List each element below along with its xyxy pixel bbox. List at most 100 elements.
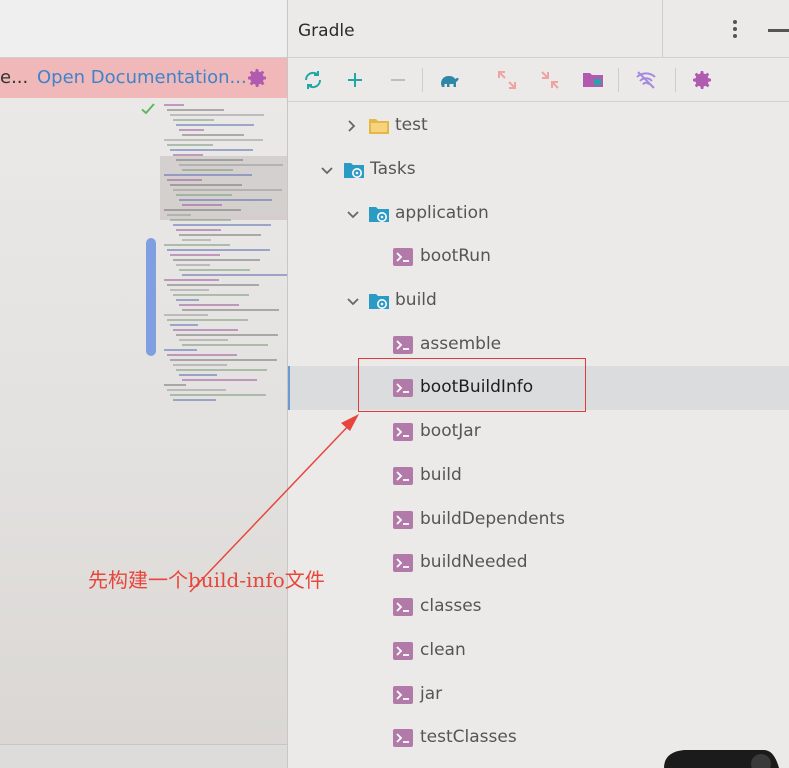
minimap-line xyxy=(170,149,253,151)
minimap-line xyxy=(170,289,209,291)
minimap-line xyxy=(173,364,227,366)
minimap-line xyxy=(182,169,233,171)
minimap-line xyxy=(179,199,272,201)
task-item[interactable]: clean xyxy=(288,629,789,673)
minimap-line xyxy=(173,224,271,226)
toolbar-separator xyxy=(422,68,423,92)
minimap-line xyxy=(182,134,244,136)
minimap-line xyxy=(176,194,232,196)
minimap-line xyxy=(167,179,202,181)
tree-item-label: build xyxy=(420,465,462,485)
gradle-task-icon xyxy=(392,509,414,531)
chevron-down-icon[interactable] xyxy=(319,162,335,178)
minimap-line xyxy=(170,219,231,221)
more-options-icon[interactable] xyxy=(728,18,742,40)
settings-icon[interactable] xyxy=(690,68,714,92)
task-group-icon xyxy=(368,203,390,225)
gradle-task-icon xyxy=(392,727,414,749)
tree-folder-item[interactable]: test xyxy=(288,104,789,148)
minimap-line xyxy=(176,124,254,126)
tree-folder-item[interactable]: Tasks xyxy=(288,148,789,192)
code-minimap[interactable] xyxy=(160,98,287,428)
tree-item-label: test xyxy=(395,115,428,135)
tree-item-label: assemble xyxy=(420,334,502,354)
toggle-offline-icon[interactable] xyxy=(634,68,658,92)
task-item[interactable]: buildDependents xyxy=(288,498,789,542)
minimap-line xyxy=(164,314,208,316)
tree-folder-item[interactable]: application xyxy=(288,192,789,236)
toolbar-separator xyxy=(618,68,619,92)
minimap-line xyxy=(173,329,238,331)
editor-pane: e... Open Documentation... xyxy=(0,0,287,768)
tree-folder-item[interactable]: build xyxy=(288,279,789,323)
chevron-down-icon[interactable] xyxy=(345,206,361,222)
tree-item-label: bootRun xyxy=(420,246,491,266)
folder-icon xyxy=(368,115,390,137)
corner-widget xyxy=(664,750,779,768)
editor-tab-bar xyxy=(0,0,287,58)
task-item[interactable]: classes xyxy=(288,585,789,629)
minimap-line xyxy=(164,349,197,351)
refresh-icon[interactable] xyxy=(301,68,325,92)
minimap-line xyxy=(167,319,248,321)
collapse-all-icon[interactable] xyxy=(538,68,562,92)
minimap-line xyxy=(164,104,184,106)
minimap-line xyxy=(164,139,263,141)
minimap-line xyxy=(182,379,257,381)
elephant-icon[interactable] xyxy=(438,68,462,92)
inspection-ok-icon xyxy=(141,103,155,115)
annotation-text: 先构建一个build-info文件 xyxy=(88,568,325,592)
tree-item-label: clean xyxy=(420,640,466,660)
minimap-line xyxy=(173,119,214,121)
expand-all-icon[interactable] xyxy=(495,68,519,92)
minimap-line xyxy=(176,299,199,301)
tree-item-label: application xyxy=(395,203,489,223)
tree-item-label: jar xyxy=(420,684,443,704)
open-documentation-link[interactable]: Open Documentation... xyxy=(37,67,247,88)
minimap-line xyxy=(179,234,261,236)
minimap-line xyxy=(182,309,279,311)
minimap-line xyxy=(176,229,221,231)
minimap-line xyxy=(173,294,249,296)
task-item[interactable]: bootRun xyxy=(288,235,789,279)
minimap-line xyxy=(164,279,219,281)
minimap-line xyxy=(176,159,243,161)
minimap-line xyxy=(176,264,210,266)
minimap-line xyxy=(164,244,230,246)
task-item[interactable]: jar xyxy=(288,673,789,717)
header-separator xyxy=(662,0,663,57)
minimap-line xyxy=(167,214,191,216)
minimap-line xyxy=(173,154,203,156)
minimap-line xyxy=(167,354,237,356)
gradle-task-icon xyxy=(392,465,414,487)
gradle-task-icon xyxy=(392,596,414,618)
remove-icon[interactable] xyxy=(386,68,410,92)
add-icon[interactable] xyxy=(343,68,367,92)
tree-item-label: buildNeeded xyxy=(420,552,528,572)
tree-item-label: Tasks xyxy=(370,159,416,179)
minimap-line xyxy=(170,114,264,116)
minimap-line xyxy=(182,204,222,206)
tool-window-title: Gradle xyxy=(298,21,355,41)
task-item[interactable]: build xyxy=(288,454,789,498)
notification-settings-icon[interactable] xyxy=(245,66,269,90)
minimap-line xyxy=(179,374,217,376)
tree-item-label: build xyxy=(395,290,437,310)
minimize-icon[interactable] xyxy=(768,29,789,32)
task-item[interactable]: bootJar xyxy=(288,410,789,454)
editor-status-strip xyxy=(0,744,287,768)
minimap-line xyxy=(167,109,224,111)
dependencies-icon[interactable] xyxy=(581,68,605,92)
tree-item-label: buildDependents xyxy=(420,509,565,529)
minimap-line xyxy=(170,324,198,326)
chevron-down-icon[interactable] xyxy=(345,293,361,309)
minimap-line xyxy=(182,239,211,241)
chevron-right-icon[interactable] xyxy=(343,118,359,134)
toolbar-separator xyxy=(675,68,676,92)
minimap-line xyxy=(179,269,250,271)
notification-text: e... xyxy=(0,67,29,88)
editor-scrollbar-thumb[interactable] xyxy=(146,238,156,356)
task-item[interactable]: buildNeeded xyxy=(288,541,789,585)
minimap-line xyxy=(170,184,242,186)
minimap-line xyxy=(179,129,204,131)
